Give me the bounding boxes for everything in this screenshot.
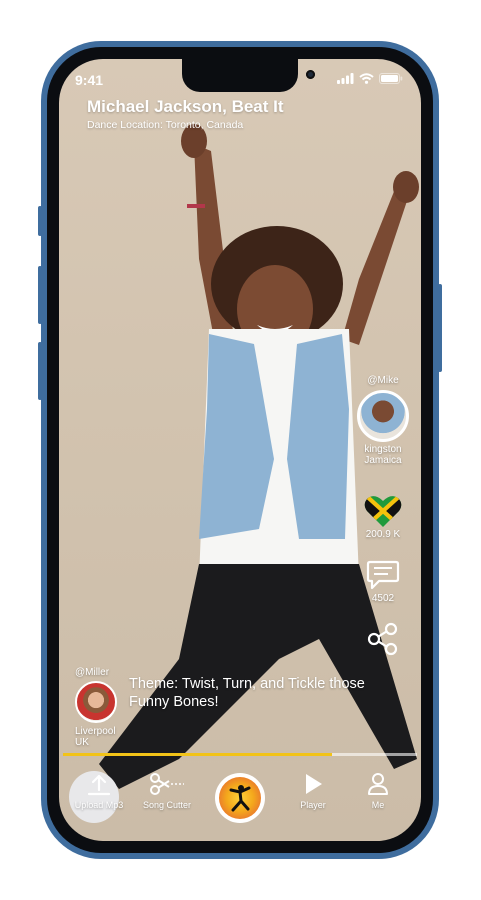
power-button	[438, 284, 442, 372]
dancer-logo-icon	[219, 777, 261, 819]
app-screen: 9:41 Michael Jackson, Beat It Dance Loca…	[59, 59, 421, 841]
scissors-icon	[150, 773, 184, 795]
battery-icon	[379, 73, 403, 84]
bottom-navigation: Upload Mp3 Song Cutter Player Me	[59, 764, 421, 824]
likes-count: 200.9 K	[365, 529, 401, 540]
creator-handle[interactable]: @Mike	[351, 375, 415, 386]
participant-city: Liverpool	[75, 726, 116, 737]
share-icon[interactable]	[363, 621, 403, 657]
playback-progress-bar[interactable]	[63, 753, 417, 756]
creator-city: kingston	[364, 444, 402, 455]
status-icons	[337, 73, 403, 84]
comments-count: 4502	[371, 593, 395, 604]
nav-me-label: Me	[371, 800, 385, 810]
dance-location: Dance Location: Toronto, Canada	[87, 119, 244, 131]
comments-control[interactable]: 4502	[351, 557, 415, 604]
nav-player-label: Player	[300, 800, 326, 810]
front-camera	[306, 70, 315, 79]
participant-panel: @Miller Liverpool UK	[75, 667, 117, 748]
play-icon	[306, 774, 322, 794]
playback-progress-fill	[63, 753, 333, 756]
creator-panel: @Mike kingston Jamaica	[351, 375, 415, 466]
nav-player[interactable]: Player	[278, 772, 348, 810]
nav-song-cutter[interactable]: Song Cutter	[132, 772, 202, 810]
profile-icon	[368, 773, 388, 795]
volume-down-button	[38, 342, 42, 400]
nav-me[interactable]: Me	[343, 772, 413, 810]
creator-country: Jamaica	[364, 455, 402, 466]
volume-up-button	[38, 266, 42, 324]
nav-cutter-label: Song Cutter	[142, 800, 192, 810]
like-control[interactable]: 200.9 K	[351, 493, 415, 540]
nav-upload-mp3[interactable]: Upload Mp3	[64, 772, 134, 810]
nav-record-button[interactable]	[215, 773, 265, 823]
status-time: 9:41	[75, 72, 104, 88]
notch	[182, 59, 315, 92]
nav-upload-label: Upload Mp3	[74, 800, 124, 810]
upload-icon	[87, 774, 111, 796]
song-title: Michael Jackson, Beat It	[87, 97, 284, 116]
signal-icon	[337, 73, 354, 84]
jamaica-flag-heart-icon[interactable]	[363, 493, 403, 529]
participant-avatar[interactable]	[75, 681, 117, 723]
comment-icon[interactable]	[363, 557, 403, 593]
participant-country: UK	[75, 737, 89, 748]
share-control[interactable]	[351, 621, 415, 657]
creator-avatar[interactable]	[357, 390, 409, 442]
theme-caption: Theme: Twist, Turn, and Tickle those Fun…	[129, 676, 365, 710]
participant-handle[interactable]: @Miller	[75, 667, 117, 678]
mute-switch	[38, 206, 42, 236]
wifi-icon	[359, 73, 374, 84]
